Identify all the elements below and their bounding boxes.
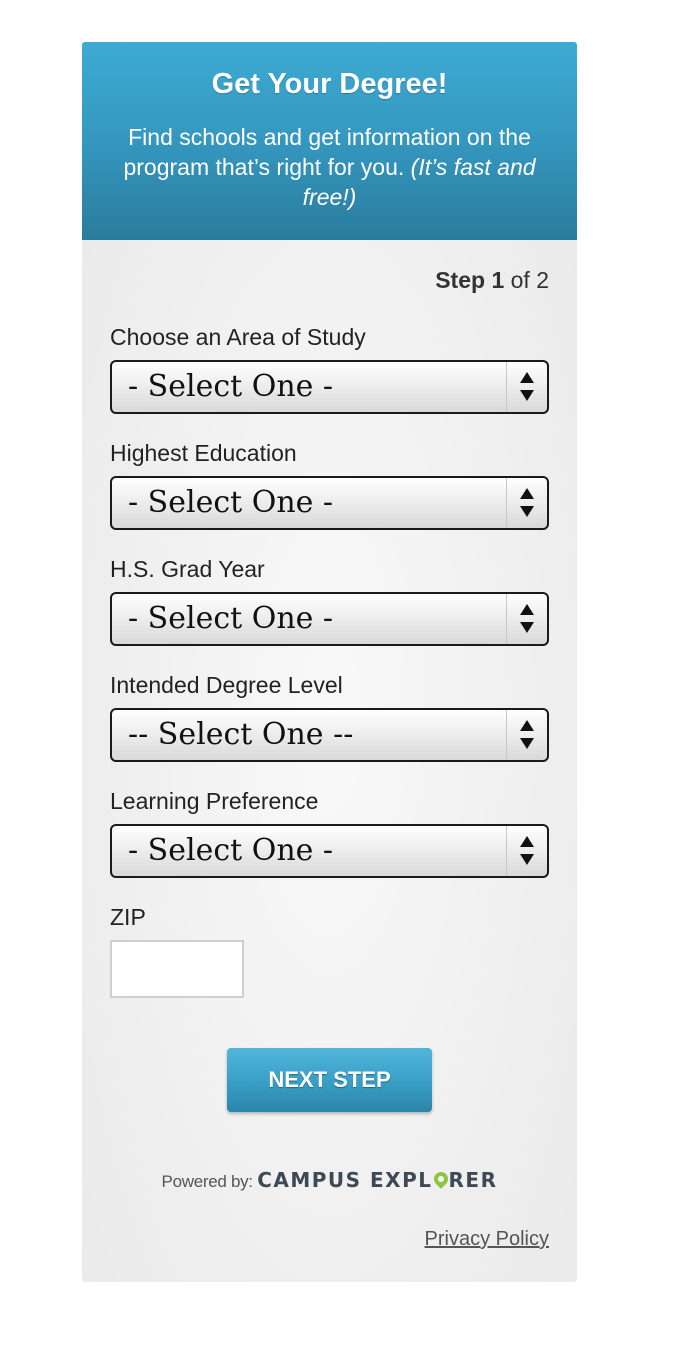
powered-by: Powered by: CAMPUS EXPL RER [82,1168,577,1192]
select-value: - Select One - [128,833,334,868]
select-arrows-icon [506,826,547,876]
select-value: -- Select One -- [128,717,354,752]
highest-education-select[interactable]: - Select One - [110,476,549,530]
step-indicator: Step 1 of 2 [435,267,549,294]
select-arrows-icon [506,478,547,528]
privacy-policy-link[interactable]: Privacy Policy [425,1228,549,1251]
grad-year-label: H.S. Grad Year [110,556,265,582]
form-title: Get Your Degree! [211,68,448,100]
select-arrows-icon [506,710,547,760]
degree-level-label: Intended Degree Level [110,672,343,698]
degree-form-widget: Get Your Degree! Find schools and get in… [82,42,577,1282]
select-arrows-icon [506,362,547,412]
next-step-button[interactable]: NEXT STEP [227,1048,432,1112]
select-arrows-icon [506,594,547,644]
zip-label: ZIP [110,904,146,930]
select-value: - Select One - [128,601,334,636]
select-value: - Select One - [128,485,334,520]
area-of-study-label: Choose an Area of Study [110,324,366,350]
select-value: - Select One - [128,369,334,404]
step-label: Step 1 [435,267,505,293]
area-of-study-select[interactable]: - Select One - [110,360,549,414]
powered-by-label: Powered by: [161,1172,254,1191]
map-pin-icon [430,1169,451,1189]
degree-level-select[interactable]: -- Select One -- [110,708,549,762]
highest-education-label: Highest Education [110,440,297,466]
form-header: Get Your Degree! Find schools and get in… [82,42,577,240]
learning-preference-select[interactable]: - Select One - [110,824,549,878]
learning-preference-label: Learning Preference [110,788,319,814]
step-total: of 2 [510,267,549,293]
grad-year-select[interactable]: - Select One - [110,592,549,646]
form-subtitle: Find schools and get information on the … [110,122,550,212]
campus-explorer-logo: CAMPUS EXPL RER [257,1168,498,1192]
zip-input[interactable] [110,940,244,998]
